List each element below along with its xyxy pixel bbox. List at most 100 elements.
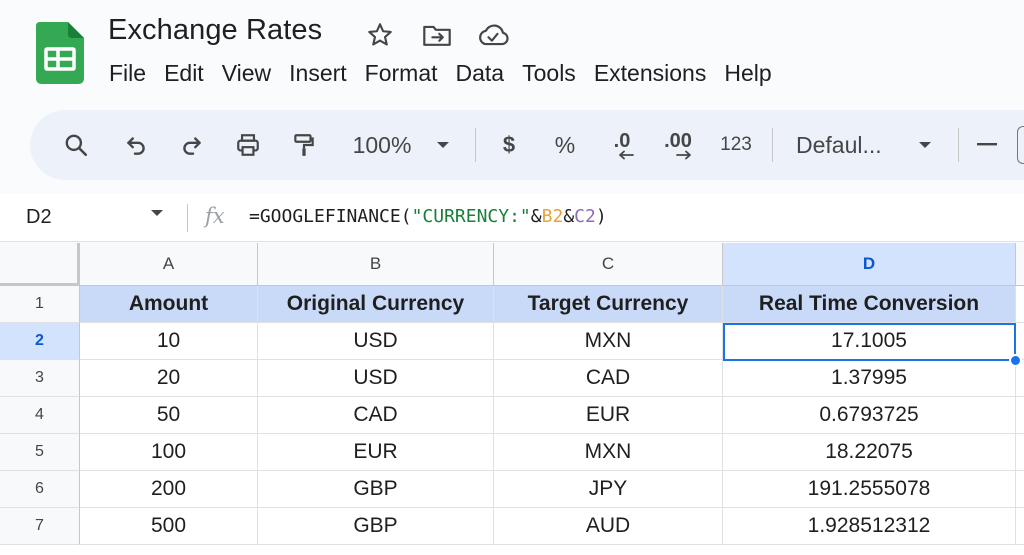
menu-tools[interactable]: Tools bbox=[513, 58, 585, 92]
column-header-b[interactable]: B bbox=[258, 243, 494, 286]
cell-d1[interactable]: Real Time Conversion bbox=[723, 286, 1016, 323]
app-header: Exchange Rates File Edit View Insert For… bbox=[0, 0, 1024, 104]
fill-handle[interactable] bbox=[1009, 354, 1022, 367]
formula-bar: D2 fx =GOOGLEFINANCE("CURRENCY:"&B2&C2) bbox=[0, 194, 1024, 242]
row-header-2[interactable]: 2 bbox=[0, 323, 80, 360]
cell-d7[interactable]: 1.928512312 bbox=[723, 508, 1016, 545]
cell-a5[interactable]: 100 bbox=[80, 434, 258, 471]
cell-a1[interactable]: Amount bbox=[80, 286, 258, 323]
cell-e4[interactable] bbox=[1016, 397, 1024, 434]
row-header-5[interactable]: 5 bbox=[0, 434, 80, 471]
formula-part: ) bbox=[595, 206, 607, 227]
more-formats-button[interactable]: 123 bbox=[714, 110, 758, 180]
search-icon[interactable] bbox=[58, 110, 94, 180]
formula-input[interactable]: =GOOGLEFINANCE("CURRENCY:"&B2&C2) bbox=[249, 206, 607, 227]
move-to-folder-icon[interactable] bbox=[420, 18, 454, 52]
formula-part: =GOOGLEFINANCE( bbox=[249, 206, 412, 227]
row-header-1[interactable]: 1 bbox=[0, 286, 80, 323]
toolbar-separator bbox=[772, 128, 773, 162]
formula-separator bbox=[187, 204, 188, 232]
row-header-7[interactable]: 7 bbox=[0, 508, 80, 545]
cell-a7[interactable]: 500 bbox=[80, 508, 258, 545]
zoom-select[interactable]: 100% bbox=[342, 110, 422, 180]
column-header-c[interactable]: C bbox=[494, 243, 723, 286]
cell-b3[interactable]: USD bbox=[258, 360, 494, 397]
menu-extensions[interactable]: Extensions bbox=[585, 58, 716, 92]
menu-file[interactable]: File bbox=[100, 58, 155, 92]
font-dropdown-icon[interactable] bbox=[912, 110, 938, 180]
font-size-field[interactable] bbox=[1014, 110, 1024, 180]
cell-d3[interactable]: 1.37995 bbox=[723, 360, 1016, 397]
print-icon[interactable] bbox=[230, 110, 266, 180]
paint-format-icon[interactable] bbox=[286, 110, 322, 180]
cell-b6[interactable]: GBP bbox=[258, 471, 494, 508]
cell-a6[interactable]: 200 bbox=[80, 471, 258, 508]
menu-bar: File Edit View Insert Format Data Tools … bbox=[100, 58, 781, 92]
cell-e1[interactable] bbox=[1016, 286, 1024, 323]
cell-a3[interactable]: 20 bbox=[80, 360, 258, 397]
decrease-decimal-button[interactable]: .0 bbox=[604, 110, 640, 180]
toolbar: 100% $ % .0 .00 123 Defaul... bbox=[30, 110, 1024, 180]
toolbar-separator bbox=[958, 128, 959, 162]
cell-b4[interactable]: CAD bbox=[258, 397, 494, 434]
cell-c7[interactable]: AUD bbox=[494, 508, 723, 545]
cell-d6[interactable]: 191.2555078 bbox=[723, 471, 1016, 508]
cell-c2[interactable]: MXN bbox=[494, 323, 723, 360]
decrease-font-size-icon[interactable] bbox=[974, 110, 1000, 180]
font-family-select[interactable]: Defaul... bbox=[796, 110, 896, 180]
column-header-a[interactable]: A bbox=[80, 243, 258, 286]
cell-a4[interactable]: 50 bbox=[80, 397, 258, 434]
cell-d4[interactable]: 0.6793725 bbox=[723, 397, 1016, 434]
undo-icon[interactable] bbox=[118, 110, 154, 180]
menu-insert[interactable]: Insert bbox=[280, 58, 356, 92]
currency-format-button[interactable]: $ bbox=[494, 110, 524, 180]
cell-a2[interactable]: 10 bbox=[80, 323, 258, 360]
menu-edit[interactable]: Edit bbox=[155, 58, 213, 92]
formula-ref-c2: C2 bbox=[574, 206, 596, 227]
select-all-corner[interactable] bbox=[0, 243, 80, 286]
cell-d5[interactable]: 18.22075 bbox=[723, 434, 1016, 471]
cell-c6[interactable]: JPY bbox=[494, 471, 723, 508]
menu-view[interactable]: View bbox=[213, 58, 280, 92]
name-box-dropdown-icon[interactable] bbox=[150, 208, 164, 218]
cell-c1[interactable]: Target Currency bbox=[494, 286, 723, 323]
cell-e5[interactable] bbox=[1016, 434, 1024, 471]
cell-c3[interactable]: CAD bbox=[494, 360, 723, 397]
formula-ref-b2: B2 bbox=[541, 206, 564, 227]
zoom-dropdown-icon[interactable] bbox=[430, 110, 456, 180]
menu-format[interactable]: Format bbox=[356, 58, 447, 92]
column-header-d[interactable]: D bbox=[723, 243, 1016, 286]
formula-part: & bbox=[563, 206, 575, 227]
cloud-saved-icon[interactable] bbox=[476, 18, 510, 52]
function-fx-icon: fx bbox=[205, 204, 225, 228]
cell-b2[interactable]: USD bbox=[258, 323, 494, 360]
document-title[interactable]: Exchange Rates bbox=[108, 14, 322, 47]
redo-icon[interactable] bbox=[174, 110, 210, 180]
arrow-right-icon bbox=[676, 150, 691, 160]
formula-string: "CURRENCY:" bbox=[411, 206, 531, 227]
star-icon[interactable] bbox=[363, 18, 397, 52]
menu-data[interactable]: Data bbox=[447, 58, 514, 92]
increase-decimal-button[interactable]: .00 bbox=[658, 110, 698, 180]
row-header-6[interactable]: 6 bbox=[0, 471, 80, 508]
spreadsheet-grid: A B C D 1 Amount Original Currency Target C… bbox=[0, 243, 1024, 555]
row-header-3[interactable]: 3 bbox=[0, 360, 80, 397]
font-size-box bbox=[1017, 126, 1024, 164]
menu-help[interactable]: Help bbox=[715, 58, 780, 92]
cell-e7[interactable] bbox=[1016, 508, 1024, 545]
cell-b7[interactable]: GBP bbox=[258, 508, 494, 545]
cell-b5[interactable]: EUR bbox=[258, 434, 494, 471]
cell-d2[interactable]: 17.1005 bbox=[723, 323, 1016, 360]
column-header-e[interactable] bbox=[1016, 243, 1024, 286]
name-box[interactable]: D2 bbox=[26, 206, 52, 229]
formula-part: & bbox=[530, 206, 542, 227]
sheets-logo-icon[interactable] bbox=[36, 22, 84, 84]
cell-c4[interactable]: EUR bbox=[494, 397, 723, 434]
row-header-4[interactable]: 4 bbox=[0, 397, 80, 434]
percent-format-button[interactable]: % bbox=[550, 110, 580, 180]
cell-b1[interactable]: Original Currency bbox=[258, 286, 494, 323]
arrow-left-icon bbox=[619, 150, 634, 160]
cell-e6[interactable] bbox=[1016, 471, 1024, 508]
toolbar-separator bbox=[475, 128, 476, 162]
cell-c5[interactable]: MXN bbox=[494, 434, 723, 471]
